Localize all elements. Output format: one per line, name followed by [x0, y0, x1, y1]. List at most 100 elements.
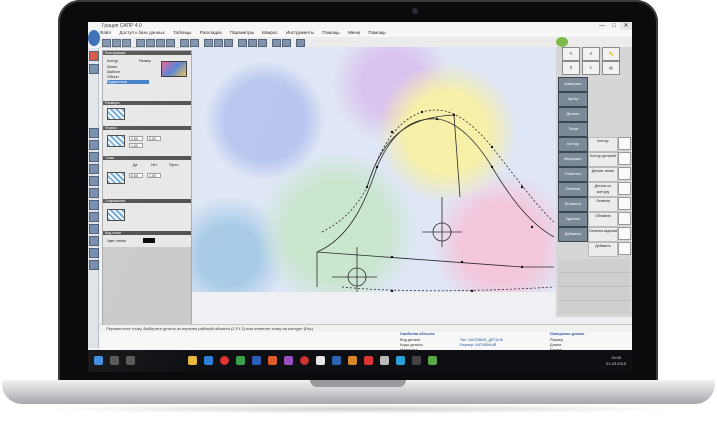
menu-db-access[interactable]: Доступ к базе данных — [119, 30, 164, 35]
field-c[interactable]: 1.00 — [129, 143, 143, 148]
table-icon[interactable] — [282, 39, 291, 47]
list-item[interactable]: Шаблон — [107, 70, 120, 74]
cad-app-icon[interactable] — [332, 356, 341, 365]
product-mark-label[interactable]: Отметка изделия — [588, 227, 618, 242]
add-button[interactable]: Добавить — [558, 227, 588, 242]
shape-swatch[interactable] — [107, 135, 125, 147]
cut-button[interactable]: Вырезать — [558, 152, 588, 167]
opera-icon[interactable] — [220, 356, 229, 365]
browser-icon[interactable] — [204, 356, 213, 365]
close-button[interactable]: ✕ — [620, 22, 632, 30]
list-item[interactable]: Линия — [107, 65, 117, 69]
minimize-button[interactable]: — — [596, 22, 608, 30]
field-d[interactable]: 0.00 — [129, 173, 143, 178]
open-icon[interactable] — [112, 39, 121, 47]
menu-params[interactable]: Параметры — [230, 30, 254, 35]
record-icon[interactable] — [89, 51, 99, 61]
detail-contour-label[interactable]: Контур деталей — [588, 152, 618, 167]
detail-line-label[interactable]: Деталь линии — [588, 167, 618, 182]
app-icon-3[interactable] — [300, 356, 309, 365]
contour-label[interactable]: Контур — [588, 137, 618, 152]
menu-menu[interactable]: Меню — [348, 30, 360, 35]
measure-icon[interactable] — [258, 39, 267, 47]
app-icon-9[interactable] — [412, 356, 421, 365]
save-icon[interactable] — [122, 39, 131, 47]
point-tool-icon[interactable] — [89, 152, 99, 162]
menu-tools[interactable]: Инструменты — [286, 30, 314, 35]
line-tool-icon[interactable] — [89, 128, 99, 138]
refresh-icon[interactable] — [618, 212, 631, 225]
shape-icon[interactable] — [618, 182, 631, 195]
zoom-in-icon[interactable] — [204, 39, 213, 47]
mark-icon[interactable] — [618, 197, 631, 210]
join-tool-icon[interactable] — [89, 212, 99, 222]
notch-tool-icon[interactable] — [89, 236, 99, 246]
measure-button[interactable]: Измерить — [558, 77, 588, 92]
menu-macro[interactable]: Макрос — [262, 30, 278, 35]
contour-icon[interactable] — [618, 137, 631, 150]
taskbar-clock[interactable]: 13:45 21.03.2019 — [606, 355, 626, 367]
grid-icon[interactable] — [238, 39, 247, 47]
cut-tool-icon[interactable] — [89, 224, 99, 234]
list-item-selected[interactable]: Подсистема — [107, 80, 149, 84]
points-button[interactable]: Точки — [558, 122, 588, 137]
undo-icon[interactable] — [180, 39, 189, 47]
section-sizes[interactable]: Размеры — [103, 101, 191, 105]
option-yes[interactable]: Да — [133, 163, 137, 167]
menu-file[interactable]: Файл — [100, 30, 111, 35]
contour-button[interactable]: Контур — [558, 137, 588, 152]
app-icon-2[interactable] — [284, 356, 293, 365]
section-shapes[interactable]: Формы — [103, 126, 191, 130]
marks-button[interactable]: Отметки — [558, 182, 588, 197]
points-swatch[interactable] — [107, 172, 125, 184]
detail-icon[interactable] — [618, 152, 631, 165]
field-b[interactable]: 0.00 — [147, 136, 161, 141]
ruler-icon[interactable]: 📏 — [602, 47, 620, 61]
fill-swatch[interactable] — [107, 108, 125, 120]
app-icon-4[interactable] — [316, 356, 325, 365]
plus-icon[interactable] — [618, 242, 631, 255]
option-empty[interactable]: Пусто — [169, 163, 179, 167]
pointer-icon[interactable]: ↖ — [582, 61, 600, 75]
section-grid-view[interactable]: Вид сетки — [103, 231, 191, 235]
new-icon[interactable] — [102, 39, 111, 47]
menu-layout[interactable]: Раскладка — [200, 30, 222, 35]
delete-button[interactable]: Удалить — [558, 212, 588, 227]
line-color-swatch[interactable] — [143, 238, 155, 243]
menu-help[interactable]: Помощь — [322, 30, 339, 35]
maximize-button[interactable]: □ — [608, 22, 620, 30]
list-item[interactable]: Объект — [107, 75, 119, 79]
select-tool-icon[interactable] — [89, 64, 99, 74]
taskview-icon[interactable] — [126, 356, 135, 365]
field-a[interactable]: 1.00 — [129, 136, 143, 141]
move-tool-icon[interactable] — [89, 188, 99, 198]
pattern-thumbnail[interactable] — [161, 61, 187, 77]
cut-icon[interactable] — [146, 39, 155, 47]
brush-icon[interactable]: ✐ — [582, 47, 600, 61]
zoom-out-icon[interactable] — [214, 39, 223, 47]
mirror-tool-icon[interactable] — [89, 164, 99, 174]
tag-icon[interactable] — [618, 227, 631, 240]
insert-button[interactable]: Вставить — [558, 197, 588, 212]
joins-swatch[interactable] — [107, 209, 125, 221]
search-taskbar-icon[interactable] — [110, 356, 119, 365]
details-button[interactable]: Детали — [558, 107, 588, 122]
add-label[interactable]: Добавить — [588, 242, 618, 257]
line-icon[interactable] — [618, 167, 631, 180]
start-icon[interactable] — [94, 356, 103, 365]
settings-icon[interactable] — [272, 39, 281, 47]
redo-icon[interactable] — [190, 39, 199, 47]
search-icon[interactable]: ⚲ — [562, 61, 580, 75]
menu-help-2[interactable]: Помощь — [368, 30, 385, 35]
help-icon[interactable] — [296, 39, 305, 47]
field-e[interactable]: 1.00 — [147, 173, 161, 178]
mark-button[interactable]: Отметить — [558, 167, 588, 182]
fit-icon[interactable] — [224, 39, 233, 47]
app-icon-10[interactable] — [428, 356, 437, 365]
measure-tool-icon[interactable] — [89, 260, 99, 270]
rotate-tool-icon[interactable] — [89, 176, 99, 186]
copy-icon[interactable] — [156, 39, 165, 47]
drawing-canvas[interactable] — [192, 47, 556, 292]
section-construction[interactable]: Конструкция — [103, 51, 191, 55]
print-icon[interactable] — [136, 39, 145, 47]
